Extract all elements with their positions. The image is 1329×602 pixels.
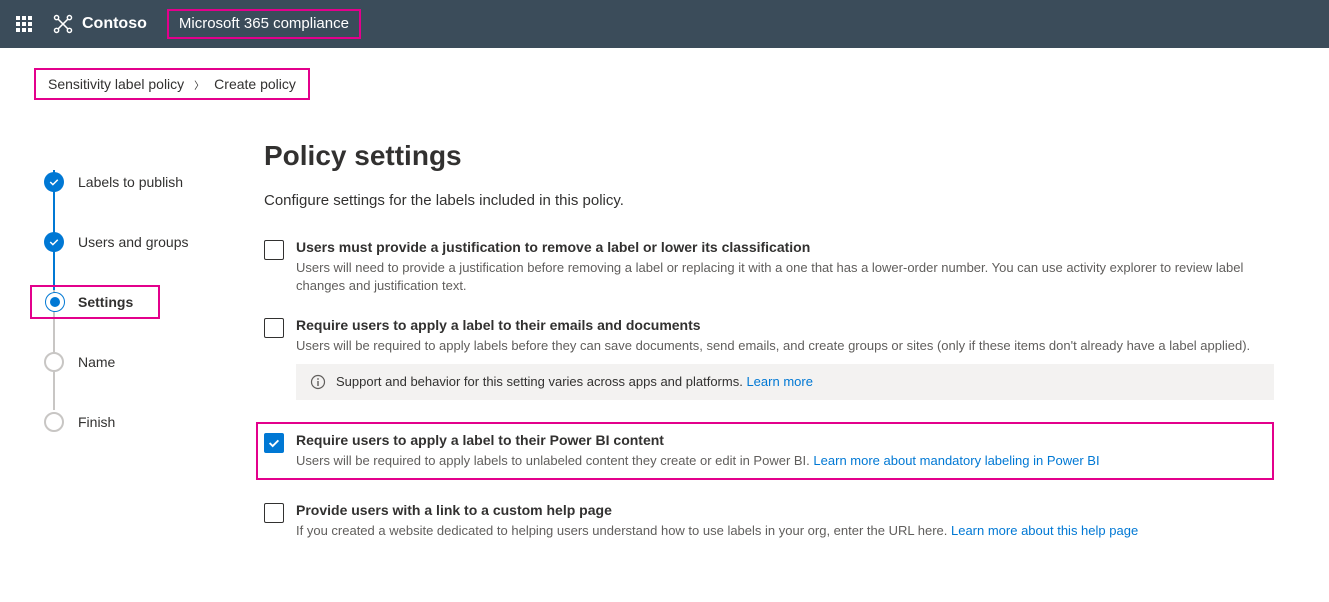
step-name[interactable]: Name xyxy=(34,332,264,392)
setting-desc: If you created a website dedicated to he… xyxy=(296,522,1274,540)
step-label: Settings xyxy=(78,294,133,310)
info-bar: Support and behavior for this setting va… xyxy=(296,364,1274,400)
setting-title: Users must provide a justification to re… xyxy=(296,239,1274,255)
tenant-logo[interactable]: Contoso xyxy=(48,13,167,35)
setting-help-page: Provide users with a link to a custom he… xyxy=(264,502,1274,540)
tenant-name: Contoso xyxy=(82,15,147,33)
learn-more-link[interactable]: Learn more xyxy=(746,374,812,389)
setting-desc: Users will need to provide a justificati… xyxy=(296,259,1274,295)
step-label: Users and groups xyxy=(78,234,189,250)
setting-justification: Users must provide a justification to re… xyxy=(264,239,1274,295)
setting-title: Require users to apply a label to their … xyxy=(296,432,1262,448)
step-labels-to-publish[interactable]: Labels to publish xyxy=(34,152,264,212)
waffle-icon xyxy=(16,16,32,32)
current-step-icon xyxy=(46,293,64,311)
step-highlight: Settings xyxy=(30,285,160,319)
app-title: Microsoft 365 compliance xyxy=(179,15,349,32)
app-launcher-button[interactable] xyxy=(0,16,48,32)
checkbox-justification[interactable] xyxy=(264,240,284,260)
breadcrumb-parent[interactable]: Sensitivity label policy xyxy=(48,76,184,92)
info-icon xyxy=(310,374,326,390)
breadcrumb-region: Sensitivity label policy 〉 Create policy xyxy=(0,48,1329,100)
wizard-stepper: Labels to publish Users and groups Setti… xyxy=(34,140,264,562)
setting-title: Provide users with a link to a custom he… xyxy=(296,502,1274,518)
setting-desc: Users will be required to apply labels b… xyxy=(296,337,1274,355)
check-icon xyxy=(44,172,64,192)
step-label: Finish xyxy=(78,414,115,430)
checkbox-require-email-docs[interactable] xyxy=(264,318,284,338)
learn-more-powerbi-link[interactable]: Learn more about mandatory labeling in P… xyxy=(813,453,1099,468)
app-title-highlight: Microsoft 365 compliance xyxy=(167,9,361,39)
step-finish[interactable]: Finish xyxy=(34,392,264,452)
learn-more-help-page-link[interactable]: Learn more about this help page xyxy=(951,523,1138,538)
contoso-logo-icon xyxy=(52,13,74,35)
page-subtitle: Configure settings for the labels includ… xyxy=(264,192,1274,209)
breadcrumb-highlight: Sensitivity label policy 〉 Create policy xyxy=(34,68,310,100)
step-settings[interactable]: Settings xyxy=(34,272,264,332)
info-text: Support and behavior for this setting va… xyxy=(336,374,743,389)
setting-title: Require users to apply a label to their … xyxy=(296,317,1274,333)
check-icon xyxy=(44,232,64,252)
chevron-right-icon: 〉 xyxy=(194,77,204,92)
step-label: Name xyxy=(78,354,115,370)
setting-require-powerbi-highlight: Require users to apply a label to their … xyxy=(256,422,1274,480)
breadcrumb-current: Create policy xyxy=(214,76,296,92)
step-label: Labels to publish xyxy=(78,174,183,190)
step-users-and-groups[interactable]: Users and groups xyxy=(34,212,264,272)
setting-require-email-docs: Require users to apply a label to their … xyxy=(264,317,1274,399)
pending-step-icon xyxy=(44,412,64,432)
checkbox-require-powerbi[interactable] xyxy=(264,433,284,453)
policy-settings-panel: Policy settings Configure settings for t… xyxy=(264,140,1274,562)
setting-desc: Users will be required to apply labels t… xyxy=(296,452,1262,470)
pending-step-icon xyxy=(44,352,64,372)
page-title: Policy settings xyxy=(264,140,1274,172)
checkbox-help-page[interactable] xyxy=(264,503,284,523)
top-bar: Contoso Microsoft 365 compliance xyxy=(0,0,1329,48)
